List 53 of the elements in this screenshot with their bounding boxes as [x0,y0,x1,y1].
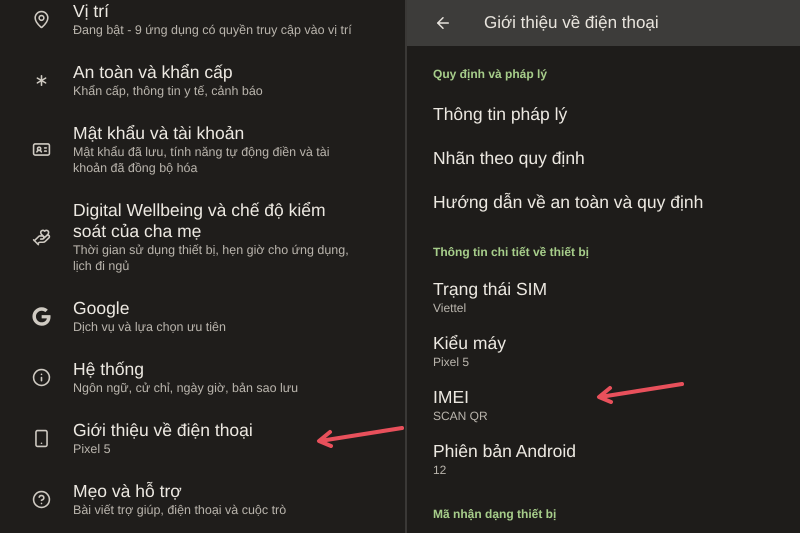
item-subtitle: Khẩn cấp, thông tin y tế, cảnh báo [73,83,264,99]
section-header: Thông tin chi tiết về thiết bị [433,244,590,261]
about-item[interactable]: Trạng thái SIM Viettel [433,270,800,324]
item-title: Phiên bản Android [433,440,576,462]
location-pin-icon [32,10,51,29]
info-icon [32,368,51,387]
about-item[interactable]: Thông tin pháp lý [433,92,800,136]
item-title: Digital Wellbeing và chế độ kiểm soát của cha mẹ [73,200,327,242]
about-item[interactable]: IMEI SCAN QR [433,378,800,432]
g-logo-icon [32,307,51,326]
item-subtitle: Dịch vụ và lựa chọn ưu tiên [73,319,227,335]
hand-heart-icon [32,228,51,246]
item-title: Hướng dẫn về an toàn và quy định [433,191,704,213]
item-title: Hệ thống [73,359,146,380]
settings-item[interactable]: An toàn và khẩn cấp Khẩn cấp, thông tin y tế, cảnh báo [0,62,405,99]
section-header: Mã nhận dạng thiết bị [433,506,558,523]
item-title: Thông tin pháp lý [433,103,568,125]
phone-icon [32,429,51,448]
about-item[interactable]: Phiên bản Android 12 [433,432,800,486]
item-title: IMEI [433,386,469,408]
item-subtitle: Pixel 5 [73,441,112,457]
id-card-icon [32,140,51,159]
item-subtitle: Thời gian sử dụng thiết bị, hẹn giờ cho ứng dụng, lịch đi ngủ [73,242,350,274]
settings-item[interactable]: Giới thiệu về điện thoại Pixel 5 [0,420,405,457]
item-subtitle: 12 [433,462,446,478]
item-title: Nhãn theo quy định [433,147,585,169]
item-subtitle: Viettel [433,300,466,316]
about-item[interactable]: Hướng dẫn về an toàn và quy định [433,180,800,224]
item-title: Mẹo và hỗ trợ [73,481,183,502]
screen-title: Giới thiệu về điện thoại [484,12,659,34]
item-title: Vị trí [73,1,110,22]
item-title: An toàn và khẩn cấp [73,62,234,83]
item-title: Trạng thái SIM [433,278,548,300]
about-item[interactable]: Nhãn theo quy định [433,136,800,180]
item-subtitle: SCAN QR [433,408,488,424]
item-title: Google [73,298,130,319]
item-subtitle: Bài viết trợ giúp, điện thoại và cuộc trò [73,502,288,518]
settings-item[interactable]: Digital Wellbeing và chế độ kiểm soát của cha mẹ Thời gian sử dụng thiết bị, hẹn giờ cho ứng dụng, lịch đi ngủ [0,200,405,274]
settings-item[interactable]: Vị trí Đang bật - 9 ứng dụng có quyền truy cập vào vị trí [0,1,405,38]
item-subtitle: Pixel 5 [433,354,470,370]
about-item[interactable]: Kiểu máy Pixel 5 [433,324,800,378]
settings-item[interactable]: Hệ thống Ngôn ngữ, cử chỉ, ngày giờ, bản sao lưu [0,359,405,396]
settings-item[interactable]: Mật khẩu và tài khoản Mật khẩu đã lưu, tính năng tự động điền và tài khoản đã đồng bộ hóa [0,123,405,176]
item-subtitle: Đang bật - 9 ứng dụng có quyền truy cập vào vị trí [73,22,353,38]
settings-item[interactable]: Google Dịch vụ và lựa chọn ưu tiên [0,298,405,335]
item-title: Mật khẩu và tài khoản [73,123,246,144]
item-title: Kiểu máy [433,332,506,354]
item-title: Giới thiệu về điện thoại [73,420,254,441]
help-icon [32,490,51,509]
item-subtitle: Ngôn ngữ, cử chỉ, ngày giờ, bản sao lưu [73,380,300,396]
settings-item[interactable]: Mẹo và hỗ trợ Bài viết trợ giúp, điện thoại và cuộc trò [0,481,405,518]
section-header: Quy định và pháp lý [433,66,548,83]
item-subtitle: Mật khẩu đã lưu, tính năng tự động điền và tài khoản đã đồng bộ hóa [73,144,330,176]
